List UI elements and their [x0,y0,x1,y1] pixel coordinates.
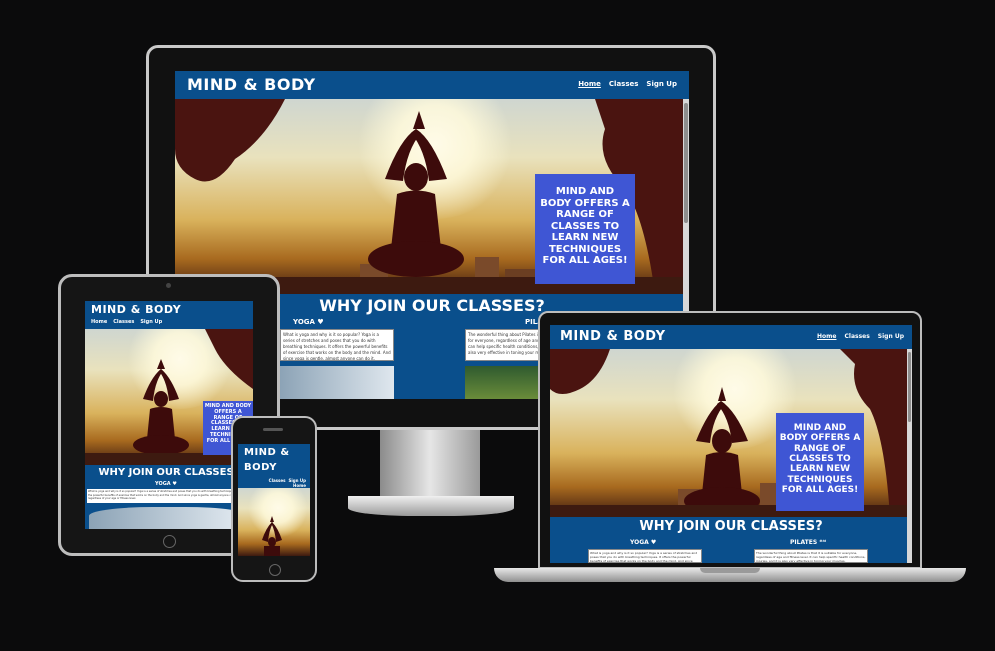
yoga-text: What is yoga and why is it so popular? Y… [283,332,391,361]
nav-link-home[interactable]: Home [578,80,601,88]
yoga-card: What is yoga and why is it so popular? Y… [588,549,702,563]
navbar: MIND & BODY Home Classes Sign Up [175,71,689,99]
why-join-section: WHY JOIN OUR CLASSES? YOGA ♥ PILATES ❝❝ … [550,517,912,563]
hero-image: MIND AND BODY OFFERS A RANGE OF CLASSES … [85,329,253,465]
brand-logo[interactable]: MIND & BODY [91,303,181,316]
pilates-heading: PILATES ❝❝ [790,539,827,546]
monitor-neck [380,430,480,500]
tree-left [550,349,610,394]
nav-link-sign-up[interactable]: Sign Up [646,80,677,88]
phone-home-button[interactable] [269,564,281,576]
yoga-heading: YOGA ♥ [630,539,657,546]
brand-logo-line1[interactable]: MIND & [244,447,290,458]
nav-links: Home Classes Sign Up [91,319,162,325]
meditating-figure [133,359,189,455]
phone-screen: MIND & BODY Classes Sign Up Home [238,444,310,556]
tablet-screen: MIND & BODY Home Classes Sign Up MIND AN… [85,301,253,529]
yoga-photo [89,507,249,529]
meditating-figure [262,516,282,556]
tablet-camera [166,283,171,288]
hero-image [238,488,310,556]
nav-link-home[interactable]: Home [91,319,107,325]
navbar: MIND & BODY Home Classes Sign Up [550,325,912,349]
laptop-screen: MIND & BODY Home Classes Sign Up MIND AN… [550,325,912,563]
hero-image: MIND AND BODY OFFERS A RANGE OF CLASSES … [175,99,689,294]
hero-callout: MIND AND BODY OFFERS A RANGE OF CLASSES … [535,174,635,284]
phone-speaker [263,428,283,431]
nav-link-home[interactable]: Home [817,333,836,340]
section-title: WHY JOIN OUR CLASSES? [98,467,240,478]
laptop-notch [700,568,760,573]
navbar: MIND & BODY Classes Sign Up Home [238,444,310,488]
nav-links: Home Classes Sign Up [817,333,904,340]
navbar: MIND & BODY Home Classes Sign Up [85,301,253,329]
nav-link-classes[interactable]: Classes [269,478,286,483]
brand-logo[interactable]: MIND & BODY [560,329,666,344]
nav-link-sign-up[interactable]: Sign Up [140,319,162,325]
nav-link-sign-up[interactable]: Sign Up [878,333,904,340]
section-title: WHY JOIN OUR CLASSES? [639,519,823,534]
pilates-text: The wonderful thing about Pilates is tha… [756,551,866,563]
laptop-lid: MIND & BODY Home Classes Sign Up MIND AN… [538,311,922,569]
nav-link-classes[interactable]: Classes [609,80,639,88]
yoga-card: What is yoga and why is it so popular? Y… [280,329,394,361]
brand-logo[interactable]: MIND & BODY [187,75,316,94]
yoga-card: What is yoga and why is it so popular? Y… [87,489,251,503]
meditating-figure [368,111,464,277]
nav-link-classes[interactable]: Classes [845,333,870,340]
nav-link-classes[interactable]: Classes [113,319,134,325]
brand-logo-line2[interactable]: BODY [244,462,277,473]
yoga-heading: YOGA ♥ [293,318,324,326]
pilates-card: The wonderful thing about Pilates is tha… [754,549,868,563]
hero-callout: MIND AND BODY OFFERS A RANGE OF CLASSES … [776,413,864,511]
tree-right [205,329,253,389]
yoga-text: What is yoga and why is it so popular? Y… [590,551,698,563]
monitor-base [348,496,514,516]
why-join-section: WHY JOIN OUR CLASSES? YOGA ♥ What is yog… [85,465,253,529]
meditating-figure [684,387,760,515]
nav-links: Home Classes Sign Up [578,80,677,88]
tree-left [175,99,285,182]
tablet-home-button[interactable] [163,535,176,548]
scrollbar-thumb[interactable] [684,103,688,223]
scrollbar-thumb[interactable] [908,352,911,422]
phone: MIND & BODY Classes Sign Up Home [231,416,317,582]
hero-scene [262,516,282,556]
scrollbar[interactable] [907,349,912,563]
yoga-heading: YOGA ♥ [155,481,177,487]
yoga-photo [280,366,394,399]
hero-image: MIND AND BODY OFFERS A RANGE OF CLASSES … [550,349,912,517]
yoga-text: What is yoga and why is it so popular? Y… [88,490,246,500]
